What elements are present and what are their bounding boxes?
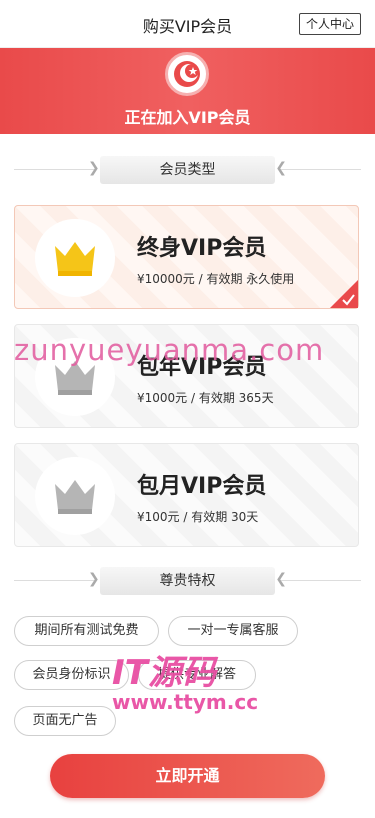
divider-line: [14, 580, 94, 581]
ornament-left-icon: ❯: [88, 571, 100, 587]
plan-price: ¥100元 / 有效期 30天: [137, 510, 259, 524]
privilege-tag: 页面无广告: [14, 706, 116, 736]
ornament-right-icon: ❮: [275, 160, 287, 176]
section-title: 尊贵特权: [100, 567, 275, 595]
plan-price: ¥10000元 / 有效期 永久使用: [137, 272, 295, 286]
plan-name: 终身VIP会员: [137, 236, 267, 261]
crown-icon: [35, 457, 115, 535]
privileges-header: ❯ 尊贵特权 ❮: [0, 565, 375, 597]
privilege-tag: 一对一专属客服: [168, 616, 298, 646]
personal-center-button[interactable]: 个人中心: [298, 13, 361, 35]
joining-status: 正在加入VIP会员: [124, 108, 251, 127]
watermark-url: www.ttym.cc: [112, 690, 259, 714]
plan-name: 包月VIP会员: [137, 474, 267, 499]
plan-price: ¥1000元 / 有效期 365天: [137, 391, 274, 405]
top-bar: 购买VIP会员 个人中心: [0, 0, 375, 48]
plan-monthly-card[interactable]: 包月VIP会员 ¥100元 / 有效期 30天: [14, 443, 359, 547]
watermark-logo: IT源码: [112, 653, 216, 693]
crown-icon: [35, 219, 115, 297]
privilege-tag: 期间所有测试免费: [14, 616, 159, 646]
vip-logo-icon: [165, 52, 209, 96]
ornament-right-icon: ❮: [275, 571, 287, 587]
section-title: 会员类型: [100, 156, 275, 184]
plan-lifetime-card[interactable]: 终身VIP会员 ¥10000元 / 有效期 永久使用: [14, 205, 359, 309]
activate-now-button[interactable]: 立即开通: [50, 754, 325, 798]
selected-check-icon: [330, 280, 358, 308]
divider-line: [281, 580, 361, 581]
watermark-text: zunyueyuanma.com: [14, 333, 325, 367]
vip-banner: 正在加入VIP会员: [0, 48, 375, 134]
divider-line: [14, 169, 94, 170]
divider-line: [281, 169, 361, 170]
membership-type-header: ❯ 会员类型 ❮: [0, 154, 375, 186]
ornament-left-icon: ❯: [88, 160, 100, 176]
